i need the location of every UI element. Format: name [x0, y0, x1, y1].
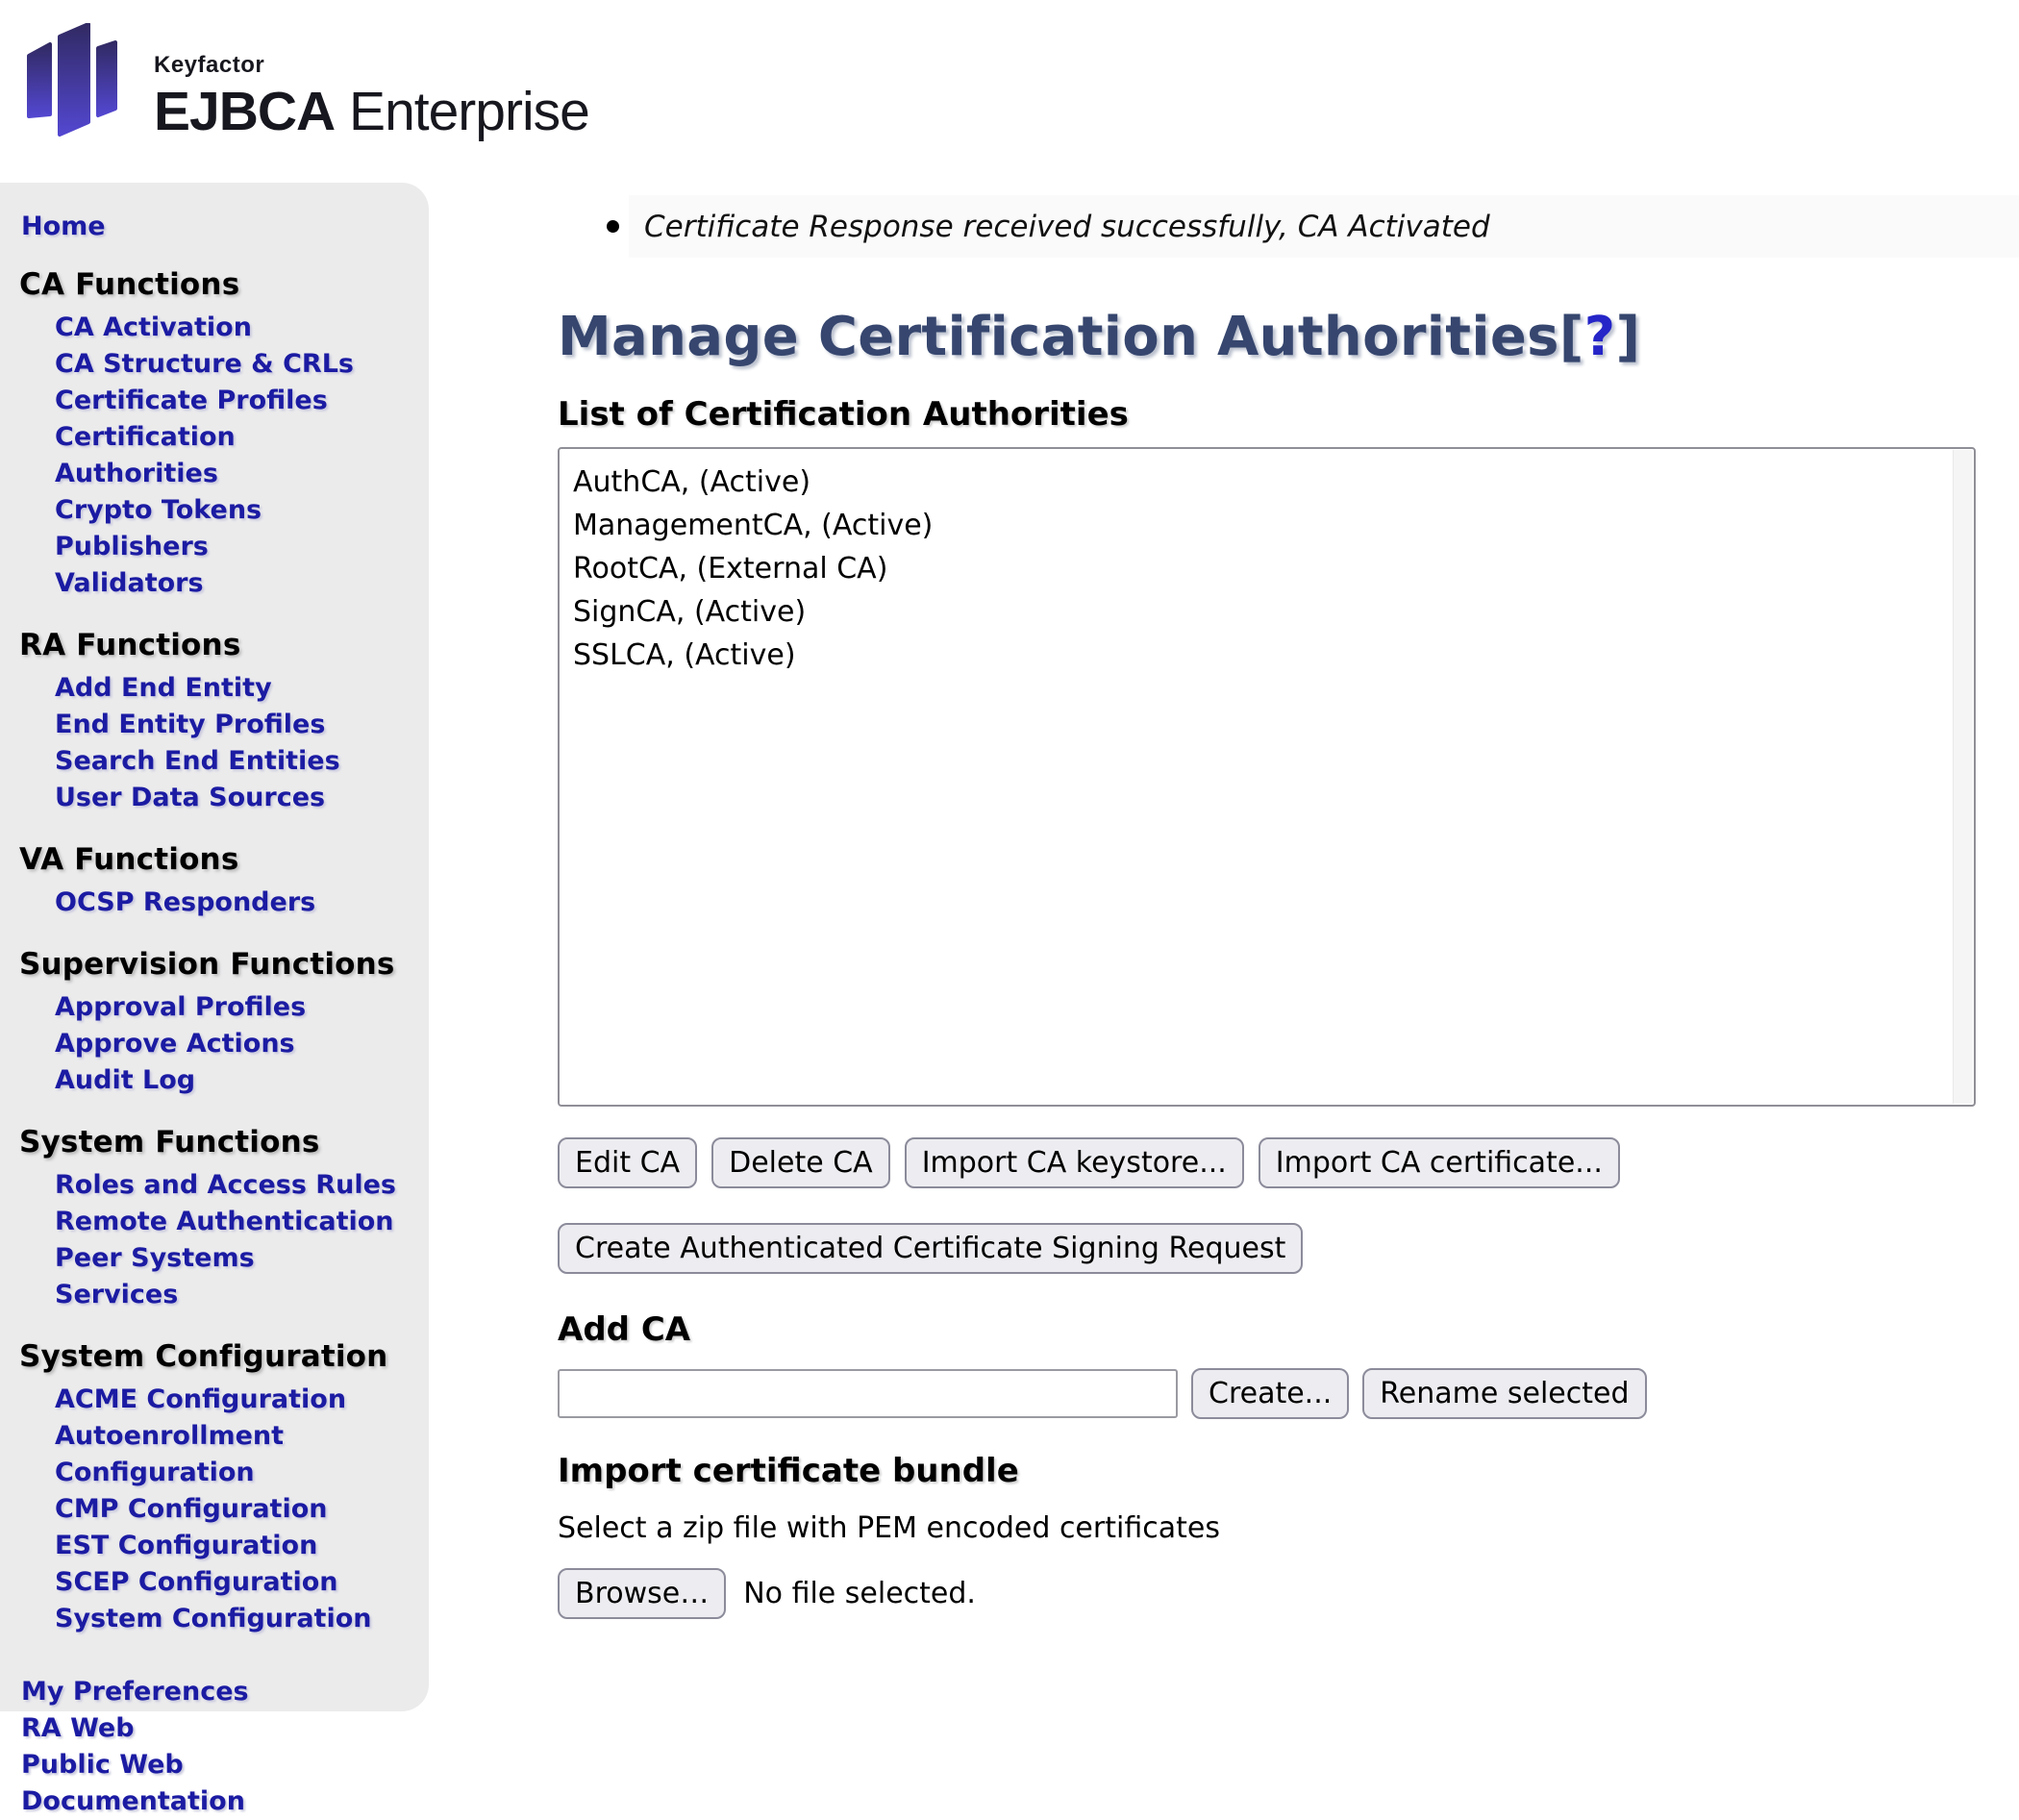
sidebar-item-add-end-entity[interactable]: Add End Entity	[55, 670, 401, 707]
keyfactor-logo-icon	[27, 23, 119, 137]
sidebar-item-user-data-sources[interactable]: User Data Sources	[55, 780, 401, 816]
logo-product: EJBCA	[154, 81, 335, 142]
help-bracket-close: ]	[1615, 306, 1640, 368]
sidebar-item-publishers[interactable]: Publishers	[55, 529, 401, 565]
logo-edition: Enterprise	[335, 81, 589, 142]
listbox-scrollbar[interactable]	[1953, 450, 1973, 1104]
add-ca-heading: Add CA	[558, 1310, 1976, 1349]
ca-listbox[interactable]: AuthCA, (Active) ManagementCA, (Active) …	[558, 447, 1976, 1107]
no-file-selected-label: No file selected.	[743, 1577, 976, 1610]
sidebar-section-title: System Configuration	[19, 1339, 429, 1374]
sidebar-item-my-preferences[interactable]: My Preferences	[21, 1674, 406, 1710]
sidebar-item-certificate-profiles[interactable]: Certificate Profiles	[55, 383, 401, 419]
help-bracket-open: [	[1559, 306, 1584, 368]
sidebar-item-scep-configuration[interactable]: SCEP Configuration	[55, 1564, 401, 1601]
bullet-icon	[607, 220, 619, 233]
add-ca-name-input[interactable]	[558, 1369, 1178, 1418]
sidebar-item-certification-authorities[interactable]: Certification Authorities	[55, 419, 401, 492]
csr-button-row: Create Authenticated Certificate Signing…	[558, 1223, 1976, 1274]
sidebar-section-system-configuration: System Configuration ACME Configuration …	[0, 1339, 429, 1637]
sidebar-section-system-functions: System Functions Roles and Access Rules …	[0, 1125, 429, 1313]
sidebar-section-title: CA Functions	[19, 267, 429, 302]
sidebar-item-ra-web[interactable]: RA Web	[21, 1710, 406, 1747]
sidebar-item-approve-actions[interactable]: Approve Actions	[55, 1026, 401, 1062]
keyfactor-ejbca-logo[interactable]: Keyfactor EJBCA Enterprise	[27, 23, 589, 143]
ca-list-item-authca[interactable]: AuthCA, (Active)	[573, 461, 1939, 504]
sidebar-item-home[interactable]: Home	[21, 212, 106, 241]
status-message-row: Certificate Response received successful…	[429, 195, 2019, 258]
sidebar-footer-links: My Preferences RA Web Public Web Documen…	[0, 1674, 429, 1820]
sidebar-item-autoenrollment-configuration[interactable]: Autoenrollment Configuration	[55, 1418, 401, 1491]
sidebar-section-va-functions: VA Functions OCSP Responders	[0, 842, 429, 921]
ca-list-item-signca[interactable]: SignCA, (Active)	[573, 590, 1939, 634]
sidebar-item-crypto-tokens[interactable]: Crypto Tokens	[55, 492, 401, 529]
sidebar-section-title: RA Functions	[19, 628, 429, 662]
status-message: Certificate Response received successful…	[629, 195, 2019, 258]
sidebar-item-approval-profiles[interactable]: Approval Profiles	[55, 989, 401, 1026]
sidebar-section-ca-functions: CA Functions CA Activation CA Structure …	[0, 267, 429, 602]
sidebar-section-title: Supervision Functions	[19, 947, 429, 982]
logo-brand: Keyfactor	[154, 52, 589, 79]
sidebar-item-public-web[interactable]: Public Web	[21, 1747, 406, 1783]
main-content: Certificate Response received successful…	[429, 183, 2019, 1727]
sidebar-item-est-configuration[interactable]: EST Configuration	[55, 1528, 401, 1564]
create-authenticated-csr-button[interactable]: Create Authenticated Certificate Signing…	[558, 1223, 1303, 1274]
ca-list-item-rootca[interactable]: RootCA, (External CA)	[573, 547, 1939, 590]
ca-list-item-sslca[interactable]: SSLCA, (Active)	[573, 634, 1939, 677]
sidebar-item-ca-activation[interactable]: CA Activation	[55, 310, 401, 346]
sidebar-section-title: System Functions	[19, 1125, 429, 1159]
sidebar-item-ca-structure-crls[interactable]: CA Structure & CRLs	[55, 346, 401, 383]
ca-list-item-managementca[interactable]: ManagementCA, (Active)	[573, 504, 1939, 547]
rename-selected-button[interactable]: Rename selected	[1362, 1368, 1646, 1419]
app-header: Keyfactor EJBCA Enterprise	[0, 0, 2019, 183]
sidebar-item-search-end-entities[interactable]: Search End Entities	[55, 743, 401, 780]
sidebar-item-validators[interactable]: Validators	[55, 565, 401, 602]
sidebar-item-roles-access-rules[interactable]: Roles and Access Rules	[55, 1167, 401, 1204]
delete-ca-button[interactable]: Delete CA	[711, 1137, 890, 1188]
create-ca-button[interactable]: Create...	[1191, 1368, 1349, 1419]
browse-button[interactable]: Browse…	[558, 1568, 726, 1619]
add-ca-row: Create... Rename selected	[558, 1368, 1976, 1419]
import-bundle-description: Select a zip file with PEM encoded certi…	[558, 1511, 1976, 1545]
sidebar-item-audit-log[interactable]: Audit Log	[55, 1062, 401, 1099]
sidebar-item-services[interactable]: Services	[55, 1277, 401, 1313]
sidebar-item-end-entity-profiles[interactable]: End Entity Profiles	[55, 707, 401, 743]
page-title-text: Manage Certification Authorities	[558, 306, 1559, 368]
list-heading: List of Certification Authorities	[558, 395, 1976, 434]
logo-text: Keyfactor EJBCA Enterprise	[154, 23, 589, 143]
sidebar-item-remote-authentication[interactable]: Remote Authentication	[55, 1204, 401, 1240]
page-title: Manage Certification Authorities[?]	[558, 306, 1976, 368]
help-link[interactable]: [?]	[1559, 306, 1641, 368]
sidebar-section-supervision-functions: Supervision Functions Approval Profiles …	[0, 947, 429, 1099]
file-picker-row: Browse… No file selected.	[558, 1568, 1976, 1619]
sidebar-item-cmp-configuration[interactable]: CMP Configuration	[55, 1491, 401, 1528]
sidebar-item-system-configuration[interactable]: System Configuration	[55, 1601, 401, 1637]
ca-action-buttons: Edit CA Delete CA Import CA keystore... …	[558, 1137, 1976, 1188]
sidebar-section-title: VA Functions	[19, 842, 429, 877]
sidebar-item-acme-configuration[interactable]: ACME Configuration	[55, 1382, 401, 1418]
sidebar: Home CA Functions CA Activation CA Struc…	[0, 183, 429, 1711]
sidebar-item-peer-systems[interactable]: Peer Systems	[55, 1240, 401, 1277]
sidebar-item-documentation[interactable]: Documentation	[21, 1783, 406, 1820]
import-ca-keystore-button[interactable]: Import CA keystore...	[905, 1137, 1244, 1188]
edit-ca-button[interactable]: Edit CA	[558, 1137, 697, 1188]
sidebar-item-ocsp-responders[interactable]: OCSP Responders	[55, 885, 401, 921]
help-question-icon: ?	[1584, 306, 1616, 368]
import-bundle-heading: Import certificate bundle	[558, 1452, 1976, 1490]
sidebar-section-ra-functions: RA Functions Add End Entity End Entity P…	[0, 628, 429, 816]
logo-product-line: EJBCA Enterprise	[154, 80, 589, 143]
import-ca-certificate-button[interactable]: Import CA certificate...	[1259, 1137, 1620, 1188]
